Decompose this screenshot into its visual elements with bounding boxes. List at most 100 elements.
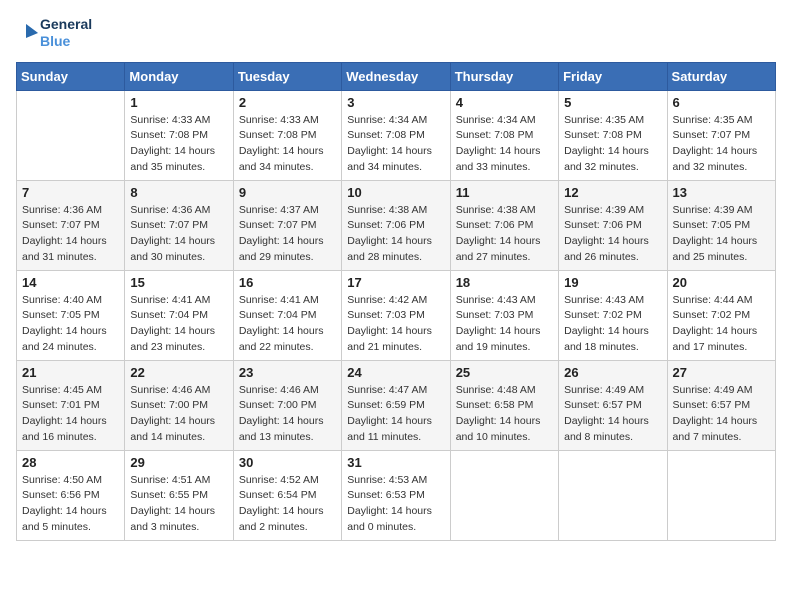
day-number: 13 — [673, 185, 770, 200]
day-info: Sunrise: 4:53 AMSunset: 6:53 PMDaylight:… — [347, 473, 444, 536]
calendar-cell: 27 Sunrise: 4:49 AMSunset: 6:57 PMDayligh… — [667, 360, 775, 450]
calendar-cell: 7 Sunrise: 4:36 AMSunset: 7:07 PMDaylight… — [17, 180, 125, 270]
logo-text: General Blue — [40, 16, 92, 50]
logo: General Blue — [16, 16, 92, 50]
calendar-cell: 6 Sunrise: 4:35 AMSunset: 7:07 PMDaylight… — [667, 90, 775, 180]
day-number: 31 — [347, 455, 444, 470]
calendar-cell — [667, 450, 775, 540]
day-info: Sunrise: 4:34 AMSunset: 7:08 PMDaylight:… — [456, 113, 553, 176]
calendar-cell: 11 Sunrise: 4:38 AMSunset: 7:06 PMDayligh… — [450, 180, 558, 270]
day-info: Sunrise: 4:49 AMSunset: 6:57 PMDaylight:… — [673, 383, 770, 446]
day-number: 6 — [673, 95, 770, 110]
day-number: 5 — [564, 95, 661, 110]
day-info: Sunrise: 4:50 AMSunset: 6:56 PMDaylight:… — [22, 473, 119, 536]
day-number: 9 — [239, 185, 336, 200]
calendar-cell: 24 Sunrise: 4:47 AMSunset: 6:59 PMDayligh… — [342, 360, 450, 450]
week-row-5: 28 Sunrise: 4:50 AMSunset: 6:56 PMDayligh… — [17, 450, 776, 540]
day-number: 17 — [347, 275, 444, 290]
calendar-cell: 4 Sunrise: 4:34 AMSunset: 7:08 PMDaylight… — [450, 90, 558, 180]
day-number: 11 — [456, 185, 553, 200]
calendar-cell: 17 Sunrise: 4:42 AMSunset: 7:03 PMDayligh… — [342, 270, 450, 360]
day-info: Sunrise: 4:35 AMSunset: 7:07 PMDaylight:… — [673, 113, 770, 176]
day-number: 3 — [347, 95, 444, 110]
calendar-cell: 26Sunrise: 4:49 AMSunset: 6:57 PMDayligh… — [559, 360, 667, 450]
calendar-table: SundayMondayTuesdayWednesdayThursdayFrid… — [16, 62, 776, 541]
page-header: General Blue — [16, 16, 776, 50]
day-number: 2 — [239, 95, 336, 110]
logo-bird-icon — [16, 20, 38, 46]
day-number: 20 — [673, 275, 770, 290]
day-info: Sunrise: 4:35 AMSunset: 7:08 PMDaylight:… — [564, 113, 661, 176]
day-number: 24 — [347, 365, 444, 380]
day-info: Sunrise: 4:51 AMSunset: 6:55 PMDaylight:… — [130, 473, 227, 536]
column-header-saturday: Saturday — [667, 62, 775, 90]
day-number: 1 — [130, 95, 227, 110]
calendar-cell: 30 Sunrise: 4:52 AMSunset: 6:54 PMDayligh… — [233, 450, 341, 540]
calendar-cell: 3 Sunrise: 4:34 AMSunset: 7:08 PMDaylight… — [342, 90, 450, 180]
column-header-wednesday: Wednesday — [342, 62, 450, 90]
day-info: Sunrise: 4:41 AMSunset: 7:04 PMDaylight:… — [130, 293, 227, 356]
calendar-cell — [450, 450, 558, 540]
day-number: 21 — [22, 365, 119, 380]
column-header-friday: Friday — [559, 62, 667, 90]
day-info: Sunrise: 4:33 AMSunset: 7:08 PMDaylight:… — [239, 113, 336, 176]
calendar-cell: 16 Sunrise: 4:41 AMSunset: 7:04 PMDayligh… — [233, 270, 341, 360]
day-info: Sunrise: 4:36 AMSunset: 7:07 PMDaylight:… — [130, 203, 227, 266]
calendar-cell — [17, 90, 125, 180]
day-info: Sunrise: 4:46 AMSunset: 7:00 PMDaylight:… — [239, 383, 336, 446]
day-number: 26 — [564, 365, 661, 380]
day-number: 23 — [239, 365, 336, 380]
day-info: Sunrise: 4:52 AMSunset: 6:54 PMDaylight:… — [239, 473, 336, 536]
calendar-cell: 14Sunrise: 4:40 AMSunset: 7:05 PMDayligh… — [17, 270, 125, 360]
day-info: Sunrise: 4:39 AMSunset: 7:05 PMDaylight:… — [673, 203, 770, 266]
day-number: 7 — [22, 185, 119, 200]
week-row-4: 21 Sunrise: 4:45 AMSunset: 7:01 PMDayligh… — [17, 360, 776, 450]
day-number: 29 — [130, 455, 227, 470]
calendar-cell: 8Sunrise: 4:36 AMSunset: 7:07 PMDaylight… — [125, 180, 233, 270]
day-info: Sunrise: 4:43 AMSunset: 7:02 PMDaylight:… — [564, 293, 661, 356]
day-number: 25 — [456, 365, 553, 380]
day-info: Sunrise: 4:45 AMSunset: 7:01 PMDaylight:… — [22, 383, 119, 446]
day-number: 14 — [22, 275, 119, 290]
column-header-sunday: Sunday — [17, 62, 125, 90]
day-number: 22 — [130, 365, 227, 380]
day-info: Sunrise: 4:38 AMSunset: 7:06 PMDaylight:… — [347, 203, 444, 266]
calendar-cell: 15 Sunrise: 4:41 AMSunset: 7:04 PMDayligh… — [125, 270, 233, 360]
calendar-cell: 23 Sunrise: 4:46 AMSunset: 7:00 PMDayligh… — [233, 360, 341, 450]
day-info: Sunrise: 4:38 AMSunset: 7:06 PMDaylight:… — [456, 203, 553, 266]
calendar-cell — [559, 450, 667, 540]
calendar-cell: 18Sunrise: 4:43 AMSunset: 7:03 PMDayligh… — [450, 270, 558, 360]
day-info: Sunrise: 4:41 AMSunset: 7:04 PMDaylight:… — [239, 293, 336, 356]
calendar-cell: 22 Sunrise: 4:46 AMSunset: 7:00 PMDayligh… — [125, 360, 233, 450]
day-info: Sunrise: 4:44 AMSunset: 7:02 PMDaylight:… — [673, 293, 770, 356]
day-number: 28 — [22, 455, 119, 470]
day-info: Sunrise: 4:33 AMSunset: 7:08 PMDaylight:… — [130, 113, 227, 176]
calendar-cell: 29 Sunrise: 4:51 AMSunset: 6:55 PMDayligh… — [125, 450, 233, 540]
week-row-1: 1 Sunrise: 4:33 AMSunset: 7:08 PMDaylight… — [17, 90, 776, 180]
calendar-cell: 5 Sunrise: 4:35 AMSunset: 7:08 PMDaylight… — [559, 90, 667, 180]
day-info: Sunrise: 4:48 AMSunset: 6:58 PMDaylight:… — [456, 383, 553, 446]
day-info: Sunrise: 4:47 AMSunset: 6:59 PMDaylight:… — [347, 383, 444, 446]
day-number: 10 — [347, 185, 444, 200]
calendar-cell: 2 Sunrise: 4:33 AMSunset: 7:08 PMDaylight… — [233, 90, 341, 180]
calendar-cell: 12Sunrise: 4:39 AMSunset: 7:06 PMDayligh… — [559, 180, 667, 270]
calendar-cell: 10 Sunrise: 4:38 AMSunset: 7:06 PMDayligh… — [342, 180, 450, 270]
day-number: 4 — [456, 95, 553, 110]
calendar-cell: 31 Sunrise: 4:53 AMSunset: 6:53 PMDayligh… — [342, 450, 450, 540]
calendar-cell: 20 Sunrise: 4:44 AMSunset: 7:02 PMDayligh… — [667, 270, 775, 360]
calendar-cell: 21 Sunrise: 4:45 AMSunset: 7:01 PMDayligh… — [17, 360, 125, 450]
calendar-cell: 28 Sunrise: 4:50 AMSunset: 6:56 PMDayligh… — [17, 450, 125, 540]
column-header-monday: Monday — [125, 62, 233, 90]
day-info: Sunrise: 4:36 AMSunset: 7:07 PMDaylight:… — [22, 203, 119, 266]
calendar-cell: 19Sunrise: 4:43 AMSunset: 7:02 PMDayligh… — [559, 270, 667, 360]
day-info: Sunrise: 4:46 AMSunset: 7:00 PMDaylight:… — [130, 383, 227, 446]
day-number: 16 — [239, 275, 336, 290]
day-info: Sunrise: 4:42 AMSunset: 7:03 PMDaylight:… — [347, 293, 444, 356]
day-info: Sunrise: 4:34 AMSunset: 7:08 PMDaylight:… — [347, 113, 444, 176]
week-row-2: 7 Sunrise: 4:36 AMSunset: 7:07 PMDaylight… — [17, 180, 776, 270]
day-number: 15 — [130, 275, 227, 290]
day-number: 18 — [456, 275, 553, 290]
day-number: 30 — [239, 455, 336, 470]
day-number: 27 — [673, 365, 770, 380]
column-header-tuesday: Tuesday — [233, 62, 341, 90]
